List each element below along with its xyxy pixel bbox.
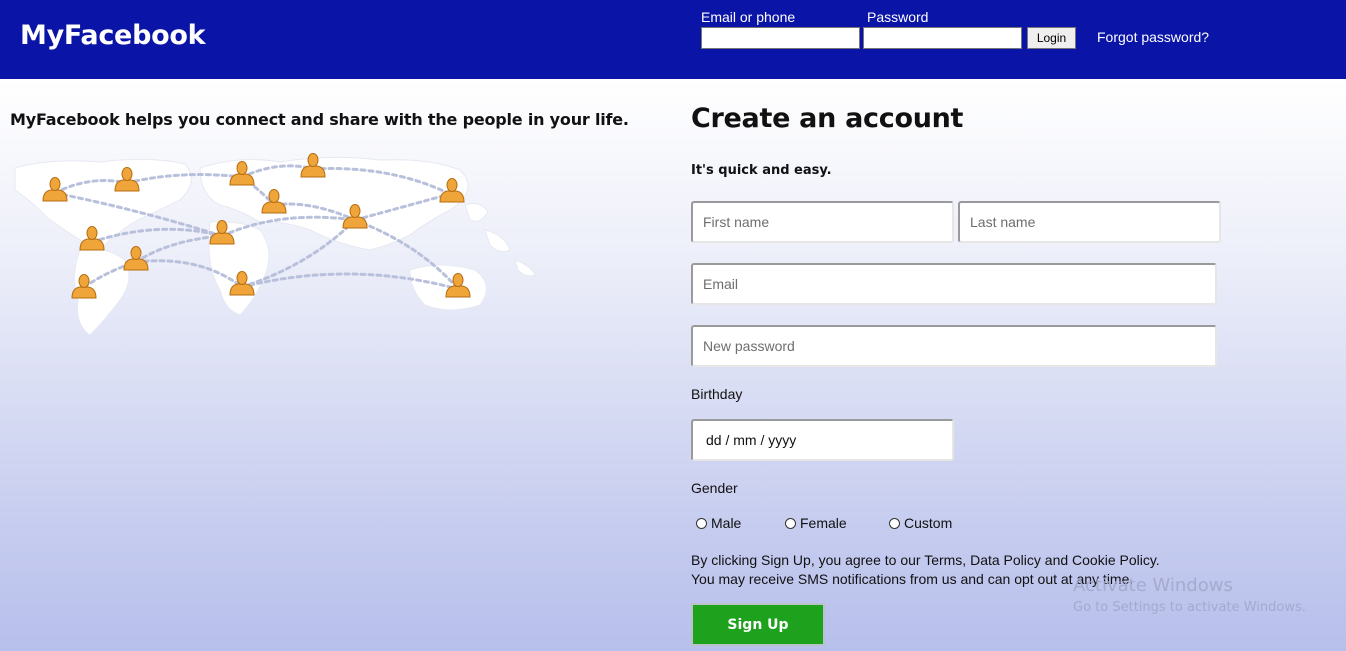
radio-female[interactable] xyxy=(785,517,796,529)
birthday-label: Birthday xyxy=(691,386,743,402)
radio-male[interactable] xyxy=(696,517,707,529)
site-logo[interactable]: MyFacebook xyxy=(20,20,206,51)
sign-up-button[interactable]: Sign Up xyxy=(691,603,825,646)
tagline: MyFacebook helps you connect and share w… xyxy=(10,110,629,129)
terms-line-1: By clicking Sign Up, you agree to our Te… xyxy=(691,552,1160,568)
login-button[interactable]: Login xyxy=(1027,27,1076,49)
gender-male-label: Male xyxy=(711,515,742,531)
top-bar: MyFacebook Email or phone Password Login… xyxy=(0,0,1346,79)
gender-option-female[interactable]: Female xyxy=(785,515,847,531)
gender-label: Gender xyxy=(691,480,738,496)
create-account-title: Create an account xyxy=(691,103,964,134)
gender-option-custom[interactable]: Custom xyxy=(889,515,952,531)
email-label: Email or phone xyxy=(701,9,796,25)
email-input[interactable] xyxy=(691,263,1217,305)
birthday-date-input[interactable]: dd / mm / yyyy xyxy=(691,419,954,461)
signup-subtitle: It's quick and easy. xyxy=(691,163,832,178)
login-password-input[interactable] xyxy=(863,27,1022,49)
world-map-illustration xyxy=(14,153,536,336)
login-email-input[interactable] xyxy=(701,27,860,49)
gender-custom-label: Custom xyxy=(904,515,953,531)
new-password-input[interactable] xyxy=(691,325,1217,367)
activate-windows-title: Activate Windows xyxy=(1073,575,1233,596)
last-name-input[interactable] xyxy=(958,201,1221,243)
gender-option-male[interactable]: Male xyxy=(696,515,741,531)
first-name-input[interactable] xyxy=(691,201,954,243)
forgot-password-link[interactable]: Forgot password? xyxy=(1097,29,1209,45)
radio-custom[interactable] xyxy=(889,517,900,529)
password-label: Password xyxy=(867,9,929,25)
gender-female-label: Female xyxy=(800,515,847,531)
activate-windows-subtitle: Go to Settings to activate Windows. xyxy=(1073,600,1306,615)
